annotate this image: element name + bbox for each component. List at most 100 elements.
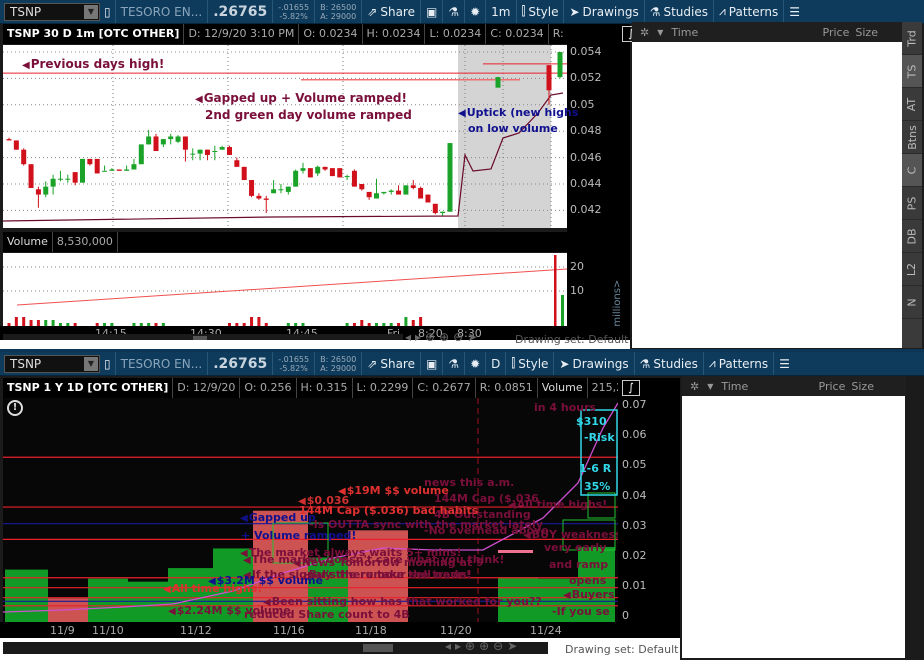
chart-annotation[interactable]: and ramp bbox=[548, 558, 608, 571]
col-time[interactable]: Time bbox=[721, 380, 789, 393]
chart-annotation[interactable]: 144M Cap ($.036) bad habits bbox=[298, 504, 478, 517]
patterns-icon: ⩘ bbox=[708, 356, 716, 370]
scrollbar-thumb[interactable] bbox=[363, 644, 393, 652]
flask-icon[interactable]: ⚗ bbox=[443, 0, 466, 23]
candle-body bbox=[182, 136, 188, 150]
studies-button[interactable]: ⚗ Studies bbox=[645, 0, 714, 23]
chart-annotation[interactable]: -Risk bbox=[583, 431, 615, 444]
col-price[interactable]: Price bbox=[789, 380, 846, 393]
annotation-uptick-2[interactable]: on low volume bbox=[467, 122, 558, 135]
gear-icon[interactable]: ✲ bbox=[640, 26, 649, 39]
side-tab-ps[interactable]: PS bbox=[902, 187, 922, 220]
drawings-button[interactable]: ➤ Drawings bbox=[554, 352, 635, 375]
col-time[interactable]: Time bbox=[671, 26, 781, 39]
style-button[interactable]: ⫿ Style bbox=[506, 352, 555, 375]
time-sales-list[interactable] bbox=[632, 42, 902, 348]
volume-chart[interactable] bbox=[3, 253, 567, 326]
link-icon[interactable]: ▯ bbox=[100, 352, 116, 375]
bar-close: C: 0.0234 bbox=[486, 24, 549, 44]
candle-body bbox=[263, 198, 269, 200]
gear-icon[interactable]: ✲ bbox=[690, 380, 699, 393]
chart-annotation[interactable]: -Buy the rumour sell news! bbox=[303, 568, 472, 581]
chevron-down-icon[interactable]: ▼ bbox=[657, 28, 663, 37]
time-tick: 11/24 bbox=[530, 624, 562, 637]
side-tab-trd[interactable]: Trd bbox=[902, 22, 922, 55]
zoom-tools-icons[interactable]: ◂▸⊕⊕⊖➤ bbox=[445, 639, 521, 653]
style-label: Style bbox=[528, 4, 559, 19]
drawing-set-label[interactable]: Drawing set: Default bbox=[515, 333, 628, 346]
volume-tick: 10 bbox=[570, 284, 584, 297]
annotation-uptick[interactable]: Uptick (new highs bbox=[458, 106, 579, 119]
chart-annotation[interactable]: very early bbox=[543, 541, 606, 554]
side-tab-c[interactable]: C bbox=[902, 154, 922, 187]
chart-annotation[interactable]: All time highs! bbox=[163, 582, 263, 595]
drawings-button[interactable]: ➤ Drawings bbox=[564, 0, 645, 23]
chart-annotation[interactable]: 35% bbox=[583, 480, 610, 493]
alert-icon[interactable]: ! bbox=[7, 400, 23, 416]
side-tab-btns[interactable]: Btns bbox=[902, 121, 922, 154]
chart-annotation[interactable]: Been sitting how has that worked for you… bbox=[263, 595, 542, 608]
chart-annotation[interactable]: in 4 hours bbox=[533, 401, 596, 414]
change-pct: -5.82% bbox=[279, 11, 308, 21]
side-tab-ts[interactable]: TS bbox=[902, 55, 922, 88]
volume-bar bbox=[257, 317, 261, 326]
style-button[interactable]: ⫿ Style bbox=[517, 0, 565, 23]
chart-annotation[interactable]: Gapped up bbox=[240, 511, 316, 524]
menu-icon[interactable]: ☰ bbox=[784, 0, 805, 23]
gear-icon[interactable]: ✹ bbox=[465, 0, 487, 23]
side-tab-at[interactable]: AT bbox=[902, 88, 922, 121]
share-button[interactable]: ⇗ Share bbox=[362, 352, 421, 375]
bid: B: 26500 bbox=[320, 354, 357, 364]
chevron-down-icon[interactable]: ▼ bbox=[707, 382, 713, 391]
symbol-selector[interactable]: TSNP ▼ bbox=[4, 2, 100, 21]
annotation-second-green-day[interactable]: 2nd green day volume ramped bbox=[204, 108, 412, 122]
chart-annotation[interactable]: BUY weakness bbox=[523, 528, 618, 541]
aggregation-button[interactable]: D bbox=[486, 352, 507, 375]
chart-annotation[interactable]: reduced Share count to 4B bbox=[243, 608, 410, 621]
chart-annotation[interactable]: Buyers bbox=[563, 588, 615, 601]
calendar-icon[interactable]: ▣ bbox=[421, 352, 444, 375]
link-icon[interactable]: ▯ bbox=[100, 0, 116, 23]
flask-icon[interactable]: ⚗ bbox=[443, 352, 466, 375]
annotation-gapped-up[interactable]: Gapped up + Volume ramped! bbox=[195, 91, 407, 105]
drawings-label: Drawings bbox=[572, 356, 629, 371]
time-sales-list[interactable] bbox=[682, 396, 905, 658]
col-size[interactable]: Size bbox=[851, 380, 874, 393]
study-curve-icon[interactable]: ∫ bbox=[622, 380, 640, 396]
bar-low: L: 0.2299 bbox=[353, 378, 414, 398]
share-button[interactable]: ⇗ Share bbox=[362, 0, 421, 23]
chart-annotation[interactable]: $19M $$ volume bbox=[338, 484, 449, 497]
chart-annotation[interactable]: + Volume ramped! bbox=[240, 529, 356, 542]
aggregation-button[interactable]: 1m bbox=[486, 0, 517, 23]
chart-annotation[interactable]: 1-6 R bbox=[578, 462, 611, 475]
style-label: Style bbox=[518, 356, 549, 371]
drawing-set-label[interactable]: Drawing set: Default bbox=[565, 643, 678, 656]
time-tick: 11/10 bbox=[92, 624, 124, 637]
annotation-previous-high[interactable]: Previous days high! bbox=[22, 57, 165, 71]
symbol-selector[interactable]: TSNP ▼ bbox=[4, 354, 100, 373]
chart-annotation[interactable]: -If you se bbox=[551, 605, 610, 618]
side-tab-label: L2 bbox=[905, 262, 919, 276]
gear-icon[interactable]: ✹ bbox=[465, 352, 487, 375]
patterns-button[interactable]: ⩘ Patterns bbox=[704, 352, 775, 375]
patterns-button[interactable]: ⩘ Patterns bbox=[714, 0, 785, 23]
chart-annotation[interactable]: opens bbox=[568, 574, 606, 587]
chevron-down-icon[interactable]: ▼ bbox=[84, 4, 98, 19]
chart-annotation[interactable]: $310 bbox=[575, 415, 607, 428]
studies-button[interactable]: ⚗ Studies bbox=[635, 352, 704, 375]
zoom-tools-icons[interactable]: ◂▸⊕⊕⊖➤ bbox=[405, 330, 481, 344]
side-tab-db[interactable]: DB bbox=[902, 220, 922, 253]
side-tab-label: AT bbox=[905, 97, 919, 111]
menu-icon[interactable]: ☰ bbox=[774, 352, 795, 375]
side-tab-n[interactable]: N bbox=[902, 286, 922, 319]
chart-annotation[interactable]: All time highs! bbox=[508, 498, 608, 511]
calendar-icon[interactable]: ▣ bbox=[421, 0, 444, 23]
top-price-chart[interactable] bbox=[3, 45, 567, 228]
bottom-price-chart[interactable]: ! in 4 hours $310 -Risk 1-6 R 35% news this a… bbox=[3, 398, 618, 622]
col-size[interactable]: Size bbox=[855, 26, 878, 39]
candle-body bbox=[249, 180, 255, 196]
col-price[interactable]: Price bbox=[781, 26, 850, 39]
chevron-down-icon[interactable]: ▼ bbox=[84, 356, 98, 371]
bid: B: 26500 bbox=[320, 2, 357, 12]
side-tab-l2[interactable]: L2 bbox=[902, 253, 922, 286]
